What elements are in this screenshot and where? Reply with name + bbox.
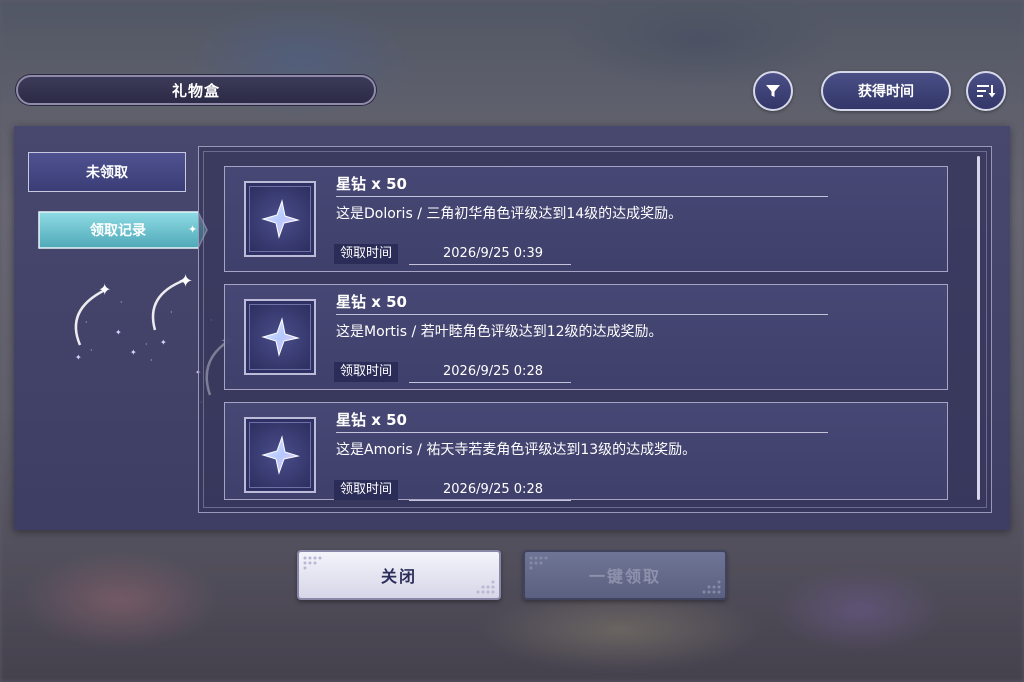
svg-text:·: · (120, 298, 123, 307)
svg-text:·: · (150, 356, 153, 365)
svg-text:✦: ✦ (178, 271, 193, 292)
claim-time-label: 领取时间 (334, 362, 399, 382)
tab-unclaimed[interactable]: 未领取 (28, 152, 186, 192)
dot-pattern-decoration (303, 556, 322, 570)
svg-text:✦: ✦ (98, 280, 111, 299)
svg-text:·: · (90, 346, 93, 355)
svg-text:·: · (170, 308, 173, 317)
claim-time-value: 2026/9/25 0:28 (443, 364, 543, 379)
claim-all-button[interactable]: 一键领取 (523, 550, 727, 600)
sort-descending-icon (977, 85, 996, 98)
sparkle-icon: ✦ (188, 223, 198, 236)
sort-order-button[interactable] (966, 71, 1006, 111)
item-name: 星钻 x 50 (336, 411, 407, 429)
divider (409, 264, 571, 265)
svg-text:✦: ✦ (75, 353, 82, 362)
record-card: 星钻 x 50 这是Amoris / 祐天寺若麦角色评级达到13级的达成奖励。 … (224, 402, 948, 501)
page-title-bar: 礼物盒 (16, 75, 376, 105)
claim-time-label: 领取时间 (334, 244, 399, 264)
tab-claim-history-label: 领取记录 (90, 223, 146, 239)
svg-text:·: · (145, 340, 148, 349)
page-title: 礼物盒 (171, 81, 220, 100)
sort-by-time-button[interactable]: 获得时间 (821, 71, 951, 111)
close-button-label: 关闭 (380, 567, 417, 586)
star-diamond-icon (261, 199, 300, 239)
filter-button[interactable] (753, 71, 793, 111)
star-diamond-icon (261, 435, 300, 475)
item-icon-frame (244, 417, 316, 493)
close-button[interactable]: 关闭 (297, 550, 501, 600)
filter-icon (766, 85, 780, 97)
item-description: 这是Mortis / 若叶睦角色评级达到12级的达成奖励。 (336, 324, 663, 340)
divider (336, 314, 828, 315)
svg-text:✦: ✦ (115, 328, 122, 337)
divider (409, 500, 571, 501)
claim-time-label: 领取时间 (334, 480, 399, 500)
tab-claim-history[interactable]: 领取记录 ✦ (38, 211, 208, 249)
record-card: 星钻 x 50 这是Doloris / 三角初华角色评级达到14级的达成奖励。 … (224, 166, 948, 272)
record-card: 星钻 x 50 这是Mortis / 若叶睦角色评级达到12级的达成奖励。 领取… (224, 284, 948, 390)
item-icon-frame (244, 181, 316, 257)
claim-time-value: 2026/9/25 0:28 (443, 482, 543, 497)
tab-unclaimed-label: 未领取 (86, 165, 128, 181)
dot-pattern-decoration (476, 580, 495, 594)
star-diamond-icon (261, 317, 300, 357)
sort-by-time-label: 获得时间 (858, 84, 914, 100)
svg-text:✦: ✦ (130, 348, 137, 357)
svg-text:✦: ✦ (160, 338, 167, 347)
divider (336, 196, 828, 197)
dot-pattern-decoration (529, 556, 548, 570)
record-list-scrollbar[interactable] (977, 156, 980, 500)
divider (336, 432, 828, 433)
claim-time-value: 2026/9/25 0:39 (443, 246, 543, 261)
item-icon-frame (244, 299, 316, 375)
item-description: 这是Doloris / 三角初华角色评级达到14级的达成奖励。 (336, 206, 683, 222)
item-name: 星钻 x 50 (336, 175, 407, 193)
claim-all-button-label: 一键领取 (588, 567, 661, 586)
divider (409, 382, 571, 383)
item-name: 星钻 x 50 (336, 293, 407, 311)
svg-text:·: · (85, 318, 88, 327)
item-description: 这是Amoris / 祐天寺若麦角色评级达到13级的达成奖励。 (336, 442, 697, 458)
dot-pattern-decoration (702, 580, 721, 594)
